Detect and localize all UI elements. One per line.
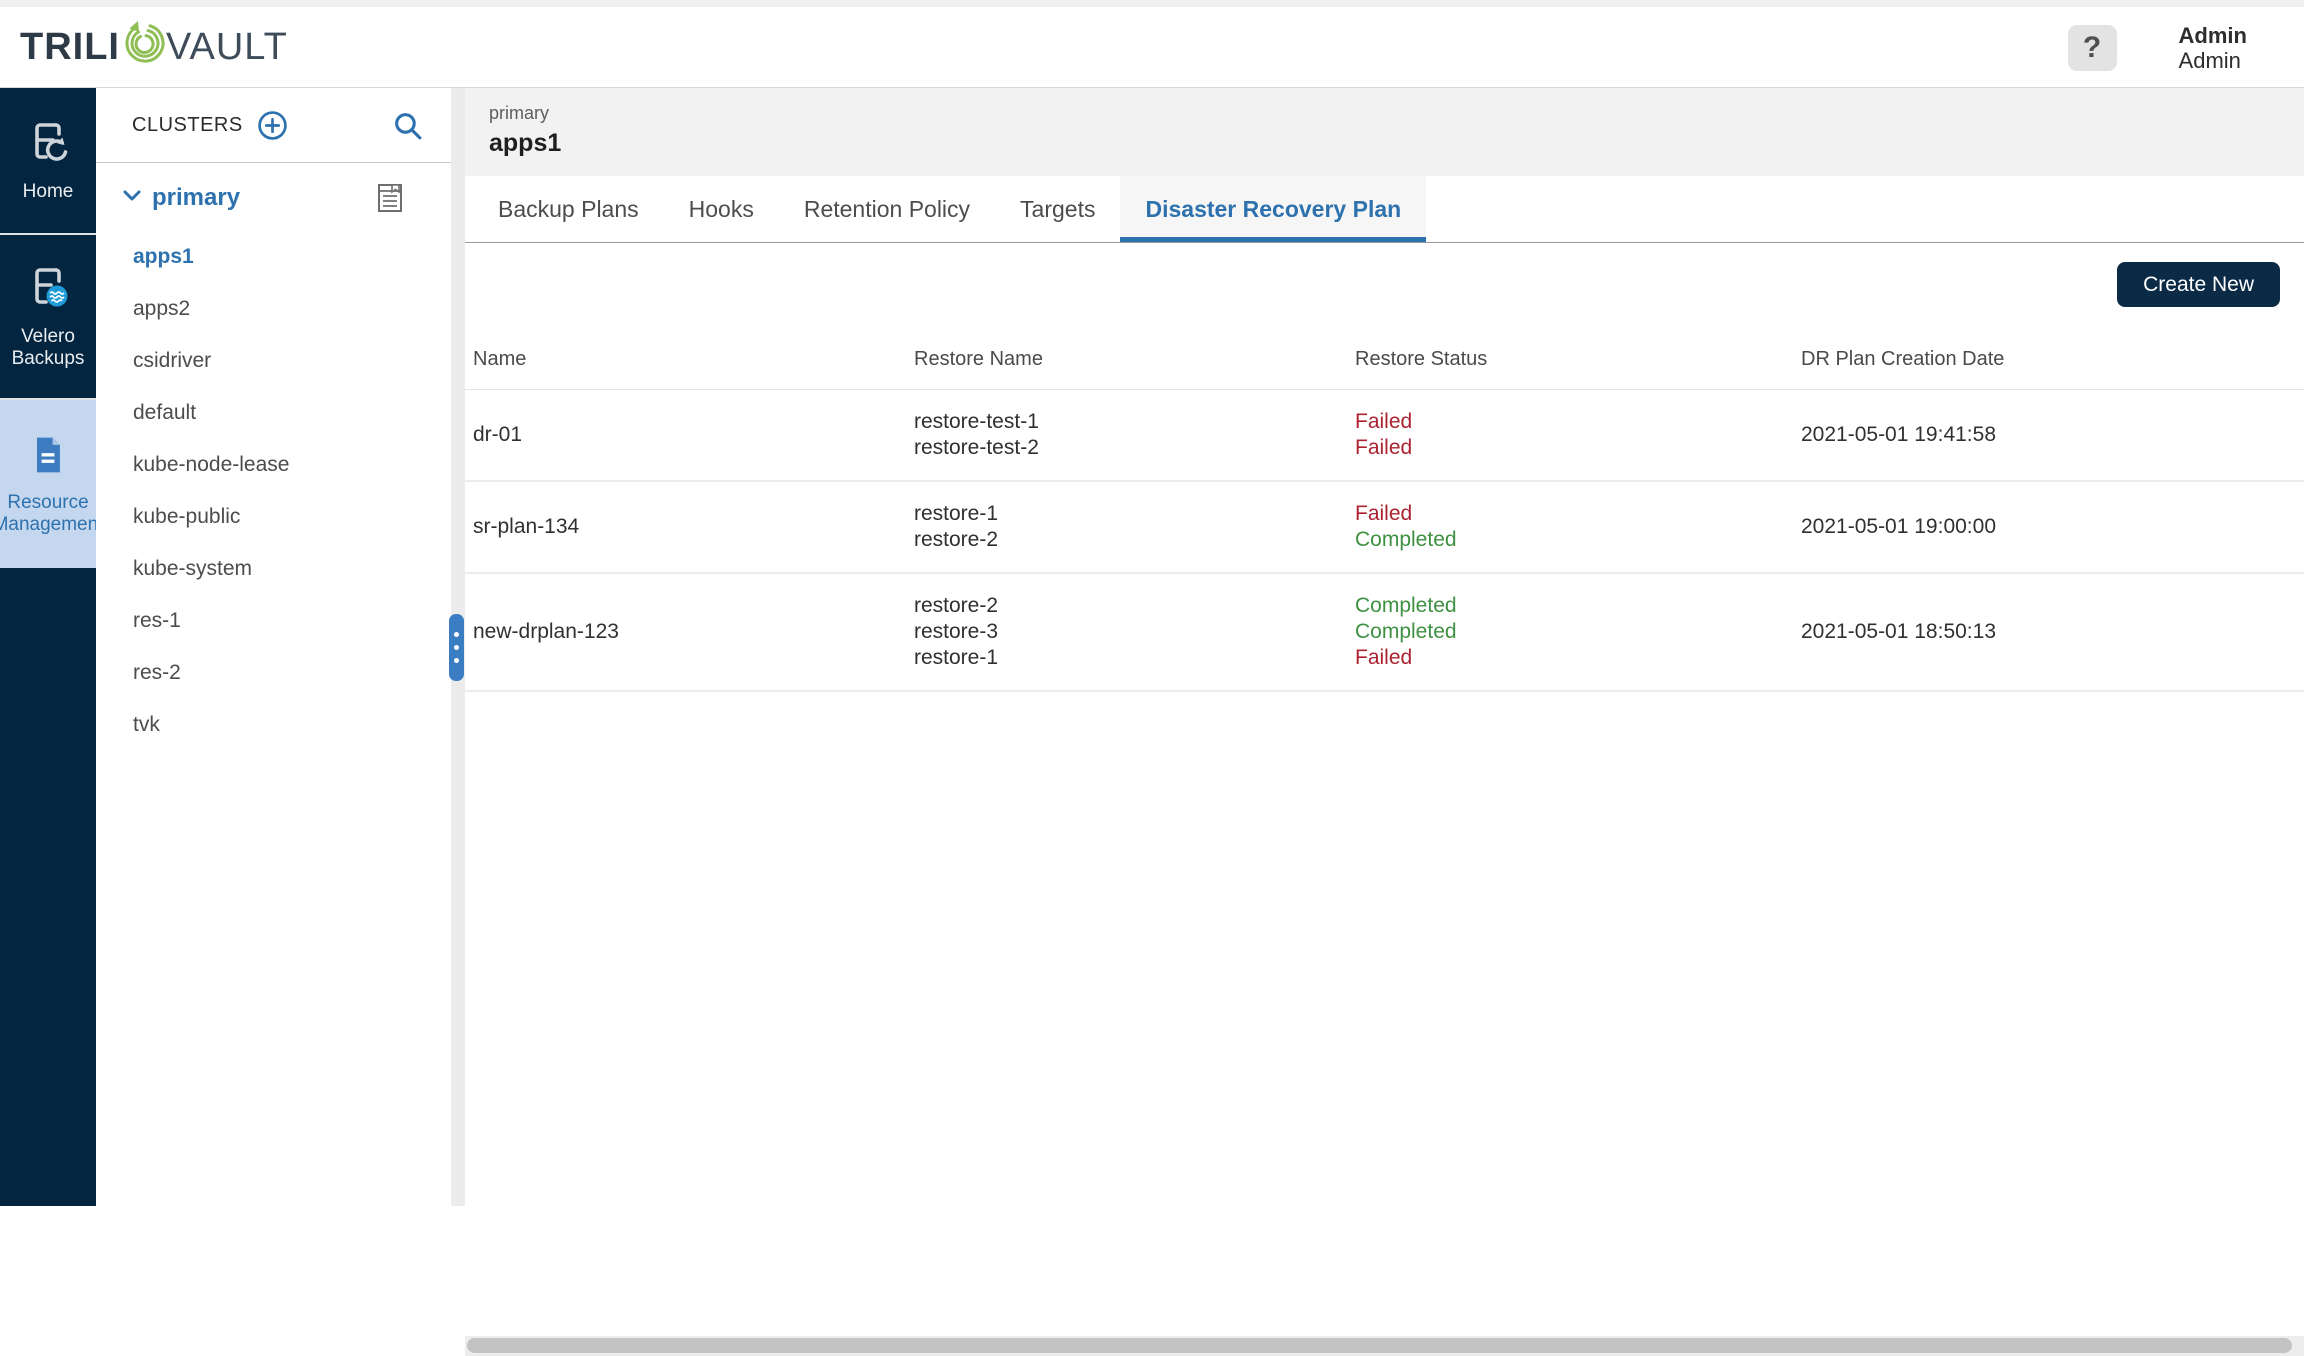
main-area: primary apps1 Backup Plans Hooks Retention…: [465, 88, 2304, 1356]
horizontal-scrollbar: [465, 1336, 2304, 1356]
tab-hooks[interactable]: Hooks: [664, 176, 779, 242]
status-completed: Completed: [1355, 528, 1457, 551]
notebook-icon: [378, 184, 402, 212]
green-circular-arrow-icon: [120, 20, 166, 74]
status-failed: Failed: [1355, 646, 1413, 669]
namespace-item-kube-public[interactable]: kube-public: [96, 491, 451, 543]
dr-plan-creation-date: 2021-05-01 19:41:58: [1801, 423, 1996, 446]
namespace-item-kube-node-lease[interactable]: kube-node-lease: [96, 439, 451, 491]
dr-plan-name: new-drplan-123: [473, 620, 619, 643]
dr-plan-creation-date: 2021-05-01 19:00:00: [1801, 515, 1996, 538]
search-icon: [395, 112, 422, 139]
column-header-restore-status: Restore Status: [1355, 348, 1488, 370]
nav-rail-item-velero-backups[interactable]: Velero Backups: [0, 235, 96, 400]
tab-disaster-recovery-plan[interactable]: Disaster Recovery Plan: [1120, 176, 1427, 242]
namespace-item-csidriver[interactable]: csidriver: [96, 335, 451, 387]
restore-names: restore-test-1 restore-test-2: [914, 410, 1039, 459]
tab-retention-policy[interactable]: Retention Policy: [779, 176, 995, 242]
breadcrumb-namespace: apps1: [489, 129, 562, 157]
top-strip: [0, 0, 2304, 7]
tab-bar: Backup Plans Hooks Retention Policy Targets…: [465, 176, 2304, 243]
column-header-creation-date: DR Plan Creation Date: [1801, 348, 2005, 370]
status-completed: Completed: [1355, 620, 1457, 643]
create-new-button[interactable]: Create New: [2117, 262, 2280, 307]
dr-plan-creation-date: 2021-05-01 18:50:13: [1801, 620, 1996, 643]
top-bar: TRILI VAULT ? Admin Admin: [0, 7, 2304, 88]
namespace-item-apps1[interactable]: apps1: [96, 231, 451, 283]
tab-content: Create New Name Restore Name Restore Sta…: [465, 243, 2304, 1356]
clusters-panel: CLUSTERS primary apps1 apps2 csidriver d…: [96, 88, 451, 1206]
tab-backup-plans[interactable]: Backup Plans: [473, 176, 664, 242]
table-body: dr-01 restore-test-1 restore-test-2 Faile…: [465, 390, 2304, 692]
restore-statuses: Failed Failed: [1355, 409, 1801, 461]
chevron-down-icon: [123, 189, 141, 207]
namespace-item-default[interactable]: default: [96, 387, 451, 439]
tab-targets[interactable]: Targets: [995, 176, 1120, 242]
cluster-tree-item-primary[interactable]: primary: [96, 173, 451, 223]
top-bar-right: ? Admin Admin: [2067, 7, 2247, 88]
restore-names: restore-2 restore-3 restore-1: [914, 594, 999, 669]
table-row[interactable]: new-drplan-123 restore-2 restore-3 restore…: [465, 574, 2304, 692]
logo-text-trili: TRILI: [20, 25, 120, 68]
cluster-name: primary: [152, 184, 241, 211]
column-header-name: Name: [473, 348, 527, 370]
dr-plan-name: dr-01: [473, 423, 523, 446]
cluster-license-button[interactable]: [377, 183, 403, 213]
namespace-item-kube-system[interactable]: kube-system: [96, 543, 451, 595]
nav-rail-item-home[interactable]: Home: [0, 88, 96, 235]
user-role: Admin: [2178, 47, 2241, 73]
nav-rail-item-resource-management[interactable]: Resource Management: [0, 400, 103, 568]
namespace-item-apps2[interactable]: apps2: [96, 283, 451, 335]
breadcrumb: primary apps1: [465, 88, 2304, 176]
status-failed: Failed: [1355, 502, 1413, 525]
user-menu[interactable]: Admin Admin: [2179, 23, 2247, 73]
plus-circle-icon: [257, 110, 287, 140]
add-cluster-button[interactable]: [257, 110, 288, 141]
resource-management-icon: [26, 433, 70, 483]
dr-plan-table: Name Restore Name Restore Status DR Plan…: [465, 330, 2304, 692]
velero-backups-icon: [24, 263, 72, 317]
namespace-item-res-1[interactable]: res-1: [96, 595, 451, 647]
clusters-panel-header: CLUSTERS: [96, 88, 451, 163]
triliovault-app: TRILI VAULT ? Admin Admin Home Velero Ba…: [0, 0, 2304, 1356]
column-header-restore-name: Restore Name: [914, 348, 1043, 370]
horizontal-scrollbar-thumb[interactable]: [467, 1338, 2292, 1353]
help-button[interactable]: ?: [2067, 24, 2117, 71]
dr-plan-name: sr-plan-134: [473, 515, 580, 538]
panel-resize-handle[interactable]: [449, 614, 464, 681]
logo-text-vault: VAULT: [165, 25, 288, 68]
status-completed: Completed: [1355, 594, 1457, 617]
clusters-title: CLUSTERS: [132, 113, 243, 136]
restore-statuses: Completed Completed Failed: [1355, 593, 1801, 671]
triliovault-logo: TRILI VAULT: [20, 20, 288, 74]
restore-statuses: Failed Completed: [1355, 501, 1801, 553]
search-clusters-button[interactable]: [392, 110, 423, 141]
table-row[interactable]: sr-plan-134 restore-1 restore-2 Failed Com…: [465, 482, 2304, 574]
user-name: Admin: [2178, 22, 2247, 48]
restore-names: restore-1 restore-2: [914, 502, 999, 551]
table-header-row: Name Restore Name Restore Status DR Plan…: [465, 330, 2304, 390]
namespace-item-res-2[interactable]: res-2: [96, 647, 451, 699]
table-row[interactable]: dr-01 restore-test-1 restore-test-2 Faile…: [465, 390, 2304, 482]
namespace-list: apps1 apps2 csidriver default kube-node-leas…: [96, 231, 451, 751]
backup-restore-icon: [24, 118, 72, 172]
status-failed: Failed: [1355, 410, 1413, 433]
namespace-item-tvk[interactable]: tvk: [96, 699, 451, 751]
breadcrumb-cluster: primary: [489, 103, 550, 123]
status-failed: Failed: [1355, 436, 1413, 459]
nav-rail: Home Velero Backups Resource Management: [0, 88, 103, 1206]
